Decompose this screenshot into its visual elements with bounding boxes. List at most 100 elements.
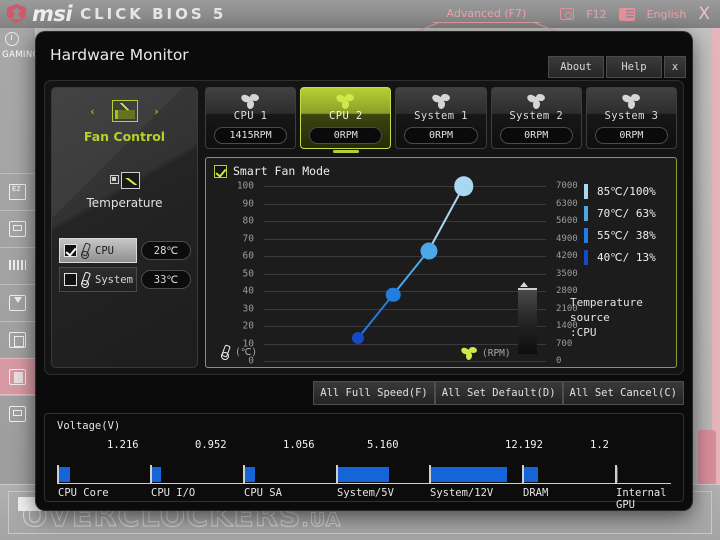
curve-point-85[interactable]	[454, 176, 474, 196]
sidebar-item-board-explorer[interactable]	[0, 395, 36, 432]
fan-rpm-value: 1415RPM	[214, 127, 288, 144]
sensor-name-cpu: CPU	[95, 244, 114, 257]
advanced-mode-label: Advanced (F7)	[446, 7, 527, 20]
help-button[interactable]: Help	[606, 56, 662, 78]
legend-swatch	[584, 183, 588, 199]
action-all-set-default-d[interactable]: All Set Default(D)	[434, 381, 563, 405]
curve-point-40[interactable]	[352, 332, 364, 345]
x-axis-temperature-unit: (℃)	[220, 345, 257, 360]
bios-close-icon[interactable]: X	[698, 4, 710, 24]
prev-section-arrow[interactable]: ‹	[83, 105, 102, 118]
fan-speed-slider[interactable]	[518, 282, 537, 354]
language-selector[interactable]: English	[647, 8, 687, 21]
bios-right-edge	[712, 28, 720, 484]
next-section-arrow[interactable]: ›	[147, 105, 166, 118]
voltage-label-internal-gpu: Internal GPU	[616, 487, 667, 510]
voltage-value-dram: 1.2	[590, 439, 609, 451]
y2-axis-tick: 4900	[556, 233, 578, 244]
fan-tab-list: CPU 1 1415RPM CPU 2 0RPM System 1 0RPM System …	[205, 87, 678, 149]
y-axis-tick: 80	[242, 215, 254, 227]
voltage-label-cpu-core: CPU Core	[58, 487, 109, 499]
y2-axis-tick: 0	[556, 356, 562, 366]
fan-tab-label: System 2	[509, 110, 564, 122]
curve-point-70[interactable]	[420, 242, 437, 260]
voltage-value-system-5v: 5.160	[367, 439, 399, 451]
fan-tab-cpu-1[interactable]: CPU 1 1415RPM	[205, 87, 297, 149]
checkbox-smart-fan-mode[interactable]	[214, 164, 227, 178]
fan-tab-cpu-2[interactable]: CPU 2 0RPM	[300, 87, 392, 149]
y-axis-tick: 50	[242, 268, 254, 279]
smart-fan-mode-row[interactable]: Smart Fan Mode	[214, 164, 330, 178]
checkbox-cpu-sensor[interactable]	[64, 244, 77, 257]
voltage-value-cpu-core: 1.216	[107, 439, 139, 451]
temperature-source-line-2: :CPU	[570, 326, 597, 339]
action-all-full-speed-f[interactable]: All Full Speed(F)	[313, 381, 435, 405]
legend-item: 85℃/100%	[584, 180, 656, 202]
legend-swatch	[584, 205, 588, 221]
y2-axis-tick: 5600	[556, 216, 578, 226]
fan-tab-system-3[interactable]: System 3 0RPM	[585, 87, 678, 149]
voltage-value-cpu-sa: 1.056	[283, 439, 315, 451]
board-explorer-icon	[9, 406, 26, 422]
voltage-bar-system-12v	[431, 466, 507, 482]
legend-label: 40℃/ 13%	[597, 250, 656, 264]
y2-axis-tick: 6300	[556, 198, 578, 209]
legend-item: 55℃/ 38%	[584, 224, 656, 246]
voltage-bar-internal-gpu	[617, 466, 618, 482]
fan-tab-system-2[interactable]: System 2 0RPM	[490, 87, 582, 149]
sidebar-item-fan[interactable]	[0, 247, 36, 284]
bios-left-rail: GAMING	[0, 28, 39, 540]
fan-curve-chart: Smart Fan Mode 0 0 10 700 20 1400 30 2100 40 2800…	[205, 157, 677, 368]
about-button[interactable]: About	[548, 56, 604, 78]
clock-icon	[5, 32, 19, 46]
close-button[interactable]: x	[664, 56, 686, 78]
window-buttons: About Help x	[548, 56, 686, 78]
voltage-axis	[57, 465, 671, 484]
sensor-value-system: 33℃	[141, 270, 191, 289]
monitor-icon	[9, 221, 26, 237]
y2-axis-tick: 4200	[556, 251, 578, 261]
y2-axis-tick: 700	[556, 338, 573, 349]
settings-icon	[9, 332, 26, 348]
sensor-value-cpu: 28℃	[141, 241, 191, 260]
fan-tab-system-1[interactable]: System 1 0RPM	[395, 87, 487, 149]
screenshot-camera-icon[interactable]	[560, 8, 575, 20]
legend-swatch	[584, 249, 588, 265]
temperature-unit-label: (℃)	[235, 347, 258, 358]
temperature-name-box-system[interactable]: System	[59, 267, 137, 292]
legend-label: 85℃/100%	[597, 184, 656, 198]
favorites-icon[interactable]	[618, 7, 635, 21]
sidebar-item-monitor[interactable]	[0, 210, 36, 247]
fan-rpm-value: 0RPM	[309, 127, 383, 144]
action-button-row: All Full Speed(F) All Set Default(D) All S…	[313, 381, 684, 405]
msi-brand-text: msi	[32, 2, 73, 26]
fan-icon	[620, 93, 641, 110]
y2-axis-tick: 7000	[556, 181, 578, 191]
temperature-header: Temperature	[52, 170, 197, 210]
sidebar-item-settings[interactable]	[0, 321, 36, 358]
temperature-name-box-cpu[interactable]: CPU	[59, 238, 137, 263]
window-title: Hardware Monitor	[50, 46, 189, 64]
advanced-underline	[432, 22, 541, 23]
curve-point-55[interactable]	[386, 287, 401, 302]
temperature-row-system[interactable]: System 33℃	[59, 267, 192, 292]
sidebar-item-ez-mode[interactable]	[0, 173, 36, 210]
temperature-row-cpu[interactable]: CPU 28℃	[59, 238, 192, 263]
temperature-source-line-1: Temperature source	[570, 296, 643, 324]
x-axis-rpm-unit: (RPM)	[460, 346, 511, 361]
legend-label: 55℃/ 38%	[597, 228, 656, 242]
bios-right-panel-block	[698, 430, 716, 490]
checkbox-system-sensor[interactable]	[64, 273, 77, 286]
fan-control-label: Fan Control	[83, 129, 166, 144]
y-axis-tick: 100	[236, 180, 254, 192]
sensor-name-system: System	[95, 273, 133, 286]
sidebar-item-boot[interactable]	[0, 284, 36, 321]
action-all-set-cancel-c[interactable]: All Set Cancel(C)	[562, 381, 684, 405]
voltage-values: 1.2160.9521.0565.16012.1921.20.008	[45, 439, 683, 453]
advanced-mode-button[interactable]: Advanced (F7)	[425, 5, 549, 23]
voltage-label-dram: DRAM	[523, 487, 549, 499]
hardware-monitor-window: Hardware Monitor About Help x ‹ › Fan Co…	[36, 32, 692, 510]
sidebar-item-hardware-monitor[interactable]	[0, 358, 36, 395]
plot-area[interactable]: 0 0 10 700 20 1400 30 2100 40 2800 50 3500 60 4200 70 4…	[237, 176, 578, 367]
fan-icon	[9, 258, 26, 274]
